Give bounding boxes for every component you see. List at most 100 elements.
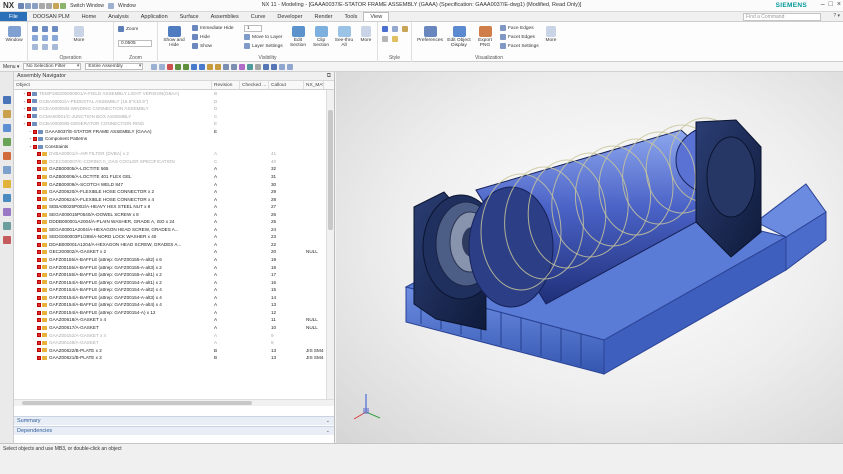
visibility-checkbox[interactable] <box>37 333 41 338</box>
visibility-checkbox[interactable] <box>37 257 41 262</box>
column-revision[interactable]: Revision <box>212 81 240 89</box>
clip-section-button[interactable]: Clip Section <box>310 26 332 48</box>
menu-button[interactable]: Menu ▾ <box>0 64 23 70</box>
orient-icon[interactable] <box>52 35 60 41</box>
view-triad-icon[interactable] <box>263 63 270 70</box>
visibility-checkbox[interactable] <box>37 189 41 194</box>
redo-icon[interactable] <box>32 2 39 9</box>
rotate-icon[interactable] <box>52 26 60 32</box>
facet-edges-button[interactable]: Facet Edges <box>500 34 535 40</box>
visibility-checkbox[interactable] <box>33 144 37 149</box>
shaded-icon[interactable] <box>382 26 390 32</box>
navigator-horizontal-scrollbar[interactable] <box>14 399 334 406</box>
column-callout[interactable]: Callout <box>269 81 304 89</box>
table-row[interactable]: SEDG000003P1/288/A-NORD LOCK WASHER x 40… <box>14 233 326 241</box>
visualization-more-button[interactable]: More <box>540 26 562 43</box>
repeat-icon[interactable] <box>60 2 67 9</box>
restore-icon[interactable] <box>32 44 40 50</box>
history-icon[interactable] <box>3 180 11 188</box>
face-icon[interactable] <box>223 63 230 70</box>
close-button[interactable]: × <box>837 1 841 8</box>
visibility-checkbox[interactable] <box>37 303 41 308</box>
graphics-window[interactable] <box>336 72 843 443</box>
cut-icon[interactable] <box>39 2 46 9</box>
table-row[interactable]: GAZB00009/A-SCOTCH WELD 847 A 30 <box>14 181 326 189</box>
visibility-checkbox[interactable] <box>37 348 41 353</box>
pan-icon[interactable] <box>42 26 50 32</box>
quadrant-icon[interactable] <box>207 63 214 70</box>
window-button[interactable]: Window <box>3 26 25 43</box>
table-row[interactable]: GAFZ00155/A-BAFFLE (attrep: GAFZ00155-A-… <box>14 271 326 279</box>
center-icon[interactable] <box>191 63 198 70</box>
selection-scope-select[interactable]: Entire Assembly <box>85 63 144 70</box>
column-object[interactable]: Object <box>14 81 212 89</box>
visibility-checkbox[interactable] <box>37 152 41 157</box>
tab-render[interactable]: Render <box>308 12 338 21</box>
table-row[interactable]: SEGA00001A2004/A-HEXAGON HEAD SCREW, GRA… <box>14 226 326 234</box>
visibility-checkbox[interactable] <box>37 204 41 209</box>
zoom-scale-input[interactable]: 0.0505 <box>118 40 152 47</box>
immediate-hide-button[interactable]: Immediate Hide <box>192 25 234 31</box>
show-button[interactable]: Show <box>192 43 212 49</box>
hide-button[interactable]: Hide <box>192 34 210 40</box>
visibility-checkbox[interactable] <box>37 242 41 247</box>
tab-analysis[interactable]: Analysis <box>102 12 134 21</box>
table-row[interactable]: GAFZ00155/A-BAFFLE (attrep: GAFZ00155-A-… <box>14 256 326 264</box>
tab-tools[interactable]: Tools <box>339 12 364 21</box>
visibility-checkbox[interactable] <box>37 212 41 217</box>
table-row[interactable]: DDAB000001A1204/A-HEXAGON HEAD SCREW, GR… <box>14 241 326 249</box>
table-row[interactable]: GAAZ00624/A-FLEXIBLE HOSE CONNECTOR x 4 A… <box>14 196 326 204</box>
lighting-icon[interactable] <box>392 36 400 42</box>
tab-view[interactable]: View <box>363 12 390 21</box>
layer-settings-button[interactable]: Layer Settings <box>244 43 283 49</box>
column-checked-out[interactable]: Checked ... <box>240 81 269 89</box>
web-browser-icon[interactable] <box>3 166 11 174</box>
table-row[interactable]: + GCBA00002/A-PEDESTAL ASSEMBLY (15.5"X10… <box>14 98 326 106</box>
constraint-navigator-icon[interactable] <box>3 110 11 118</box>
system-scene-icon[interactable] <box>3 222 11 230</box>
existing-point-icon[interactable] <box>215 63 222 70</box>
roles-icon[interactable] <box>3 208 11 216</box>
visibility-checkbox[interactable] <box>37 227 41 232</box>
fit-icon[interactable] <box>32 26 40 32</box>
table-row[interactable]: GAAZ00617/A-GASKET A 10 NULL <box>14 324 326 332</box>
render-style-icon[interactable] <box>271 63 278 70</box>
table-row[interactable]: + Component Patterns <box>14 135 326 143</box>
tab-developer[interactable]: Developer <box>271 12 308 21</box>
snap-view-icon[interactable] <box>279 63 286 70</box>
table-row[interactable]: GAAZ00152/A-GASKET x 4 A 9 <box>14 332 326 340</box>
hd3d-tools-icon[interactable] <box>3 152 11 160</box>
work-layer-input[interactable]: 1 <box>244 25 262 32</box>
table-row[interactable]: + Constraints <box>14 143 326 151</box>
window-menu-button[interactable]: Window <box>115 3 139 9</box>
select-all-icon[interactable] <box>151 63 158 70</box>
wcs-icon[interactable] <box>247 63 254 70</box>
maximize-button[interactable]: □ <box>829 1 833 8</box>
zoom-button[interactable]: Zoom <box>118 26 138 32</box>
table-row[interactable]: SEBA00025P002/A-HEAVY HEX STEEL NUT x 8 A… <box>14 203 326 211</box>
visibility-checkbox[interactable] <box>33 129 37 134</box>
tab-surface[interactable]: Surface <box>174 12 205 21</box>
visibility-more-button[interactable]: More <box>356 26 376 43</box>
visibility-checkbox[interactable] <box>37 250 41 255</box>
move-to-layer-button[interactable]: Move to Layer <box>244 34 282 40</box>
visibility-checkbox[interactable] <box>37 295 41 300</box>
table-row[interactable]: GAFZ00154/A-BAFFLE (attrep: GAFZ00154-A)… <box>14 309 326 317</box>
switch-window-button[interactable]: Switch Window <box>67 3 107 9</box>
table-row[interactable]: GAAZ00618/A-GASKET x 4 A 11 NULL <box>14 316 326 324</box>
visibility-checkbox[interactable] <box>37 159 41 164</box>
part-navigator-icon[interactable] <box>3 124 11 132</box>
perspective-icon[interactable] <box>52 44 60 50</box>
visibility-checkbox[interactable] <box>37 167 41 172</box>
tab-doosan-plm[interactable]: DOOSAN PLM <box>27 12 76 21</box>
studio-icon[interactable] <box>402 26 410 32</box>
command-finder-input[interactable]: Find a Command <box>743 13 821 21</box>
intersection-icon[interactable] <box>199 63 206 70</box>
dependencies-panel-header[interactable]: Dependencies ⌄ <box>14 426 334 435</box>
table-row[interactable]: + GCMA00001/C-JUNCTION BOX ASSEMBLY C <box>14 113 326 121</box>
visibility-checkbox[interactable] <box>37 182 41 187</box>
pin-icon[interactable]: ⧉ <box>327 72 331 81</box>
minimize-button[interactable]: – <box>821 1 825 8</box>
type-filter-select[interactable]: No Selection Filter <box>23 63 82 70</box>
column-nx-material[interactable]: NX_MAT... <box>304 81 324 89</box>
